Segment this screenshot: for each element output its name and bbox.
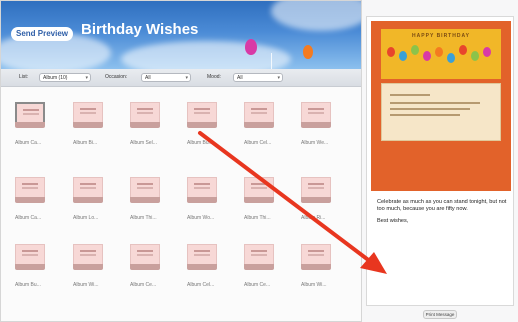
balloon-icon — [387, 47, 395, 57]
balloon-icon — [435, 47, 443, 57]
balloon-icon — [399, 51, 407, 61]
template-thumbnail[interactable] — [73, 102, 103, 134]
message-text[interactable]: Celebrate as much as you can stand tonig… — [377, 199, 511, 230]
card-banner: HAPPY BIRTHDAY — [381, 29, 501, 79]
occasion-label: Occasion: — [105, 74, 128, 80]
template-caption: Album Bi... — [73, 140, 98, 146]
window: Send Preview Birthday Wishes List: Album… — [0, 0, 518, 322]
template-caption: Album Wi... — [301, 282, 327, 288]
message-line: Best wishes, — [377, 218, 409, 224]
list-select[interactable]: Album (10) ▾ — [39, 73, 91, 82]
template-browser: Send Preview Birthday Wishes List: Album… — [0, 0, 362, 322]
template-thumbnail[interactable] — [15, 177, 45, 209]
send-preview-button[interactable]: Send Preview — [11, 27, 73, 41]
filter-bar: List: Album (10) ▾ Occasion: All ▾ Mood:… — [1, 69, 361, 87]
template-caption: Album Ri... — [301, 215, 326, 221]
card-preview: HAPPY BIRTHDAY — [371, 21, 511, 191]
template-thumbnail[interactable] — [15, 244, 45, 276]
template-caption: Album Bu... — [187, 140, 213, 146]
balloon-icon — [411, 45, 419, 55]
template-caption: Album Sel... — [130, 140, 157, 146]
chevron-down-icon: ▾ — [85, 75, 88, 81]
template-caption: Album Wo... — [187, 215, 215, 221]
template-thumbnail[interactable] — [301, 177, 331, 209]
list-select-value: Album (10) — [43, 75, 68, 81]
balloon-magenta-icon — [245, 39, 257, 55]
template-thumbnail[interactable] — [73, 244, 103, 276]
card-message-area — [381, 83, 501, 141]
template-caption: Album Lo... — [73, 215, 99, 221]
template-caption: Album We... — [301, 140, 329, 146]
template-thumbnail[interactable] — [187, 102, 217, 134]
balloon-icon — [483, 47, 491, 57]
template-thumbnail[interactable] — [301, 102, 331, 134]
template-thumbnail[interactable] — [187, 177, 217, 209]
print-message-button[interactable]: Print Message — [423, 310, 457, 319]
template-thumbnail[interactable] — [244, 177, 274, 209]
template-caption: Album Cel... — [187, 282, 215, 288]
template-thumbnail[interactable] — [130, 177, 160, 209]
header-banner: Send Preview Birthday Wishes — [1, 1, 361, 69]
balloon-icon — [447, 53, 455, 63]
template-caption: Album Wi... — [73, 282, 99, 288]
template-caption: Album Ce... — [130, 282, 157, 288]
template-caption: Album Ce... — [244, 282, 271, 288]
template-caption: Album Cel... — [244, 140, 272, 146]
message-line: Celebrate as much as you can stand tonig… — [377, 199, 507, 212]
mood-label: Mood: — [207, 74, 221, 80]
template-thumbnail[interactable] — [130, 102, 160, 134]
list-label: List: — [19, 74, 29, 80]
mood-select-value: All — [237, 75, 243, 81]
balloon-orange-icon — [303, 45, 313, 59]
template-thumbnail[interactable] — [130, 244, 160, 276]
template-caption: Album Bu... — [15, 282, 41, 288]
template-caption: Album Thi... — [130, 215, 157, 221]
chevron-down-icon: ▾ — [277, 75, 280, 81]
template-caption: Album Ca... — [15, 215, 42, 221]
balloon-icon — [459, 45, 467, 55]
card-heading: HAPPY BIRTHDAY — [412, 33, 470, 39]
template-thumbnail[interactable] — [15, 102, 45, 134]
mood-select[interactable]: All ▾ — [233, 73, 283, 82]
preview-panel: HAPPY BIRTHDAY Celebrate as much as you … — [366, 16, 514, 306]
template-thumbnail[interactable] — [73, 177, 103, 209]
balloon-icon — [471, 51, 479, 61]
template-thumbnail[interactable] — [301, 244, 331, 276]
template-grid: Album Ca... Album Bi... Album Sel... Album … — [1, 88, 361, 321]
template-thumbnail[interactable] — [244, 244, 274, 276]
template-caption: Album Thi... — [244, 215, 271, 221]
template-thumbnail[interactable] — [244, 102, 274, 134]
occasion-select[interactable]: All ▾ — [141, 73, 191, 82]
template-thumbnail[interactable] — [187, 244, 217, 276]
occasion-select-value: All — [145, 75, 151, 81]
balloon-icon — [423, 51, 431, 61]
template-caption: Album Ca... — [15, 140, 42, 146]
page-title: Birthday Wishes — [81, 21, 199, 38]
chevron-down-icon: ▾ — [185, 75, 188, 81]
